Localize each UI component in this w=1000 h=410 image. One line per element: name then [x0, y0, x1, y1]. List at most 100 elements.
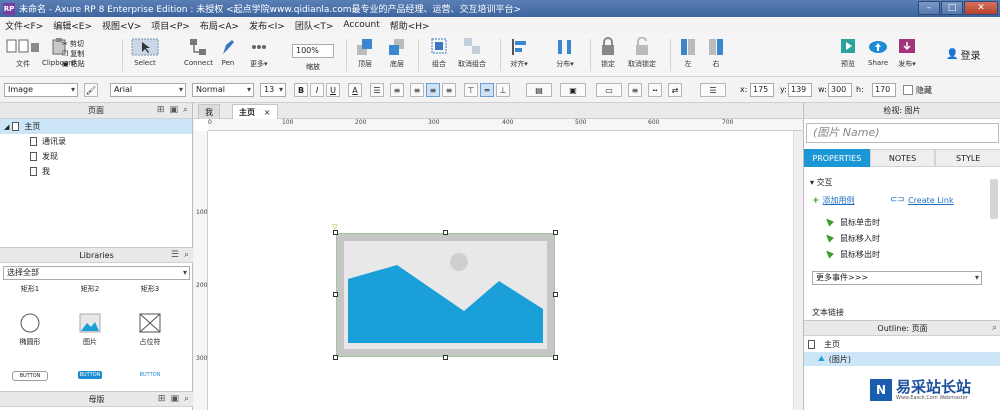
- widget-name-input[interactable]: (图片 Name): [806, 123, 999, 143]
- font-family-select[interactable]: Arial: [110, 83, 186, 97]
- more-events-select[interactable]: 更多事件>>>: [812, 271, 982, 285]
- tab-me[interactable]: 我: [198, 104, 220, 119]
- library-item-image[interactable]: 图片: [60, 313, 120, 347]
- valign-top-icon[interactable]: ⊤: [464, 83, 478, 97]
- inspector-scrollbar[interactable]: [990, 179, 998, 219]
- align-text-left-icon[interactable]: ≡: [410, 83, 424, 97]
- library-item-rect1[interactable]: 矩形1: [0, 284, 60, 294]
- fill-color-icon[interactable]: ▤: [526, 83, 552, 97]
- menu-view[interactable]: 视图<V>: [97, 19, 146, 32]
- page-item-contacts[interactable]: 通讯录: [0, 134, 192, 149]
- format-painter-icon[interactable]: 🖌: [84, 83, 98, 97]
- library-filter-select[interactable]: 选择全部: [3, 266, 190, 280]
- outline-root[interactable]: 主页: [808, 339, 840, 350]
- align-left-button[interactable]: 左: [680, 37, 696, 69]
- page-item-home[interactable]: ◢ 主页: [0, 119, 192, 134]
- text-color-button[interactable]: A: [348, 83, 362, 97]
- w-input[interactable]: 300: [828, 83, 852, 97]
- connect-tool[interactable]: Connect: [184, 37, 213, 67]
- menu-icon[interactable]: ☰: [171, 250, 179, 260]
- library-item-rect3[interactable]: 矩形3: [120, 284, 180, 294]
- menu-account[interactable]: Account: [338, 20, 384, 30]
- file-button[interactable]: 文件: [6, 37, 40, 69]
- filter-icon[interactable]: ⌕: [992, 323, 997, 333]
- shadow-icon[interactable]: ▣: [560, 83, 586, 97]
- library-item-rect2[interactable]: 矩形2: [60, 284, 120, 294]
- library-item-primary-button[interactable]: BUTTON: [78, 371, 102, 379]
- event-onmouseout[interactable]: 鼠标移出时: [826, 249, 880, 260]
- library-item-ellipse[interactable]: 椭圆形: [0, 313, 60, 347]
- select-tool[interactable]: Select: [130, 37, 160, 67]
- widget-type-select[interactable]: Image: [4, 83, 78, 97]
- close-button[interactable]: ✕: [964, 1, 998, 15]
- add-folder-icon[interactable]: ▣: [170, 394, 179, 404]
- share-button[interactable]: Share: [868, 37, 888, 67]
- event-onmouseenter[interactable]: 鼠标移入时: [826, 233, 880, 244]
- padding-icon[interactable]: ☰: [700, 83, 726, 97]
- menu-help[interactable]: 帮助<H>: [385, 19, 435, 32]
- unlock-button[interactable]: 取消锁定: [628, 37, 656, 69]
- ungroup-button[interactable]: 取消组合: [458, 37, 486, 69]
- zoom-select[interactable]: 100%: [292, 44, 334, 58]
- menu-project[interactable]: 项目<P>: [146, 19, 195, 32]
- library-item-button[interactable]: BUTTON: [12, 371, 48, 381]
- publish-button[interactable]: 发布▾: [898, 37, 916, 69]
- distribute-button[interactable]: 分布▾: [556, 37, 574, 69]
- create-link[interactable]: ⊂⊃ Create Link: [890, 195, 954, 205]
- paste-small-button[interactable]: ▣ 粘贴: [62, 59, 85, 69]
- add-case-link[interactable]: + 添加用例: [812, 195, 855, 206]
- rotate-handle-icon[interactable]: ▽: [332, 223, 337, 231]
- font-size-select[interactable]: 13: [260, 83, 286, 97]
- add-page-icon[interactable]: ⊞: [157, 105, 165, 115]
- lock-button[interactable]: 锁定: [600, 37, 616, 69]
- menu-team[interactable]: 团队<T>: [290, 19, 339, 32]
- menu-file[interactable]: 文件<F>: [0, 19, 48, 32]
- event-onclick[interactable]: 鼠标单击时: [826, 217, 880, 228]
- library-item-link-button[interactable]: BUTTON: [130, 371, 170, 379]
- h-input[interactable]: 170: [872, 83, 896, 97]
- align-button[interactable]: 对齐▾: [510, 37, 528, 69]
- resize-handle[interactable]: [553, 230, 558, 235]
- line-spacing-icon[interactable]: ≡: [390, 83, 404, 97]
- tab-properties[interactable]: PROPERTIES: [804, 149, 870, 167]
- bullet-list-icon[interactable]: ☰: [370, 83, 384, 97]
- line-style-icon[interactable]: ┅: [648, 83, 662, 97]
- resize-handle[interactable]: [333, 292, 338, 297]
- page-item-discover[interactable]: 发现: [0, 149, 192, 164]
- page-item-me[interactable]: 我: [0, 164, 192, 179]
- line-width-icon[interactable]: ≡: [628, 83, 642, 97]
- resize-handle[interactable]: [333, 355, 338, 360]
- hide-checkbox[interactable]: [903, 85, 913, 95]
- tab-home[interactable]: 主页 ×: [232, 104, 278, 119]
- bring-to-top-button[interactable]: 顶层: [356, 37, 374, 69]
- login-button[interactable]: 👤 登录: [946, 47, 980, 62]
- menu-arrange[interactable]: 布局<A>: [195, 19, 244, 32]
- border-color-icon[interactable]: ▭: [596, 83, 622, 97]
- resize-handle[interactable]: [553, 355, 558, 360]
- search-icon[interactable]: ⌕: [183, 105, 188, 115]
- add-master-icon[interactable]: ⊞: [158, 394, 166, 404]
- bold-button[interactable]: B: [294, 83, 308, 97]
- italic-button[interactable]: I: [310, 83, 324, 97]
- add-folder-icon[interactable]: ▣: [169, 105, 178, 115]
- search-icon[interactable]: ⌕: [184, 394, 189, 404]
- maximize-button[interactable]: □: [941, 1, 963, 15]
- image-widget[interactable]: ▽: [332, 223, 558, 360]
- minimize-button[interactable]: –: [918, 1, 940, 15]
- x-input[interactable]: 175: [750, 83, 774, 97]
- group-button[interactable]: 组合: [430, 37, 448, 69]
- search-icon[interactable]: ⌕: [184, 250, 189, 260]
- more-tools-button[interactable]: 更多▾: [250, 37, 268, 69]
- preview-button[interactable]: 预览: [840, 37, 856, 69]
- tab-close-icon[interactable]: ×: [264, 108, 271, 117]
- menu-publish[interactable]: 发布<I>: [244, 19, 290, 32]
- interactions-section[interactable]: ▾ 交互: [810, 177, 833, 188]
- align-text-right-icon[interactable]: ≡: [442, 83, 456, 97]
- outline-item-image[interactable]: ⛰ (图片): [804, 352, 1000, 366]
- collapse-arrow-icon[interactable]: ◢: [4, 123, 9, 131]
- valign-middle-icon[interactable]: ═: [480, 83, 494, 97]
- resize-handle[interactable]: [443, 230, 448, 235]
- menu-edit[interactable]: 编辑<E>: [48, 19, 97, 32]
- align-text-center-icon[interactable]: ≡: [426, 83, 440, 97]
- valign-bottom-icon[interactable]: ⊥: [496, 83, 510, 97]
